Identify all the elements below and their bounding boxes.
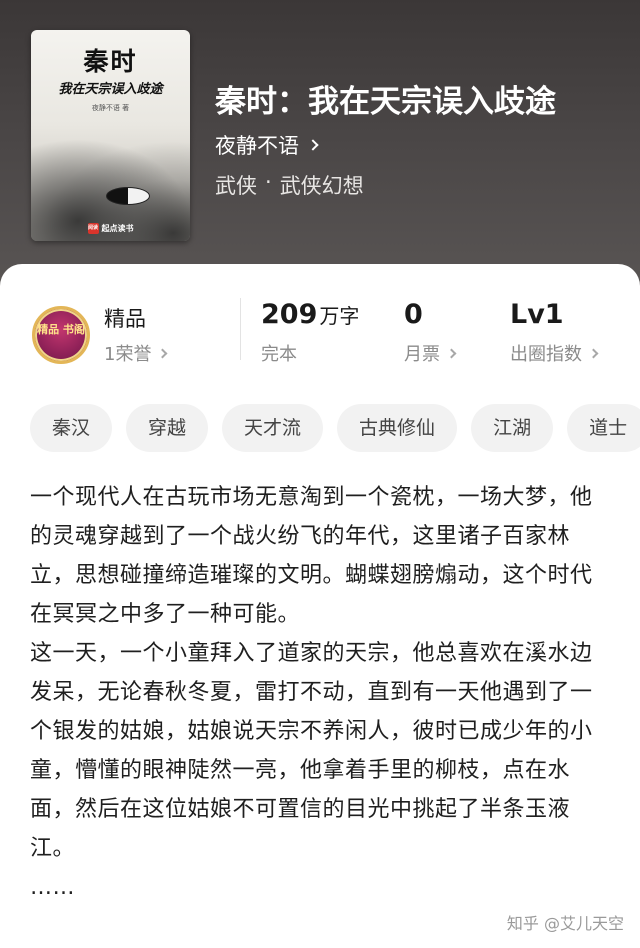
tag-chip[interactable]: 道士 (567, 404, 640, 452)
word-count: 209 万字 (261, 299, 359, 330)
chevron-right-icon (588, 348, 599, 358)
watermark: 知乎 @艾儿天空 (506, 914, 624, 933)
tag-chip[interactable]: 穿越 (126, 404, 209, 452)
tag-chip[interactable]: 秦汉 (30, 404, 113, 452)
genre-sub: 武侠幻想 (279, 174, 364, 198)
monthly-ticket-label: 月票 (404, 344, 440, 365)
cover-subtitle: 我在天宗误入歧途 (58, 82, 163, 97)
book-header: 秦时 我在天宗误入歧途 夜静不语 著 阅读 起点读书 秦时：我在天宗误入歧途 夜… (0, 0, 640, 300)
book-title: 秦时：我在天宗误入歧途 (215, 84, 556, 120)
badge-icon-text: 精品 书阁 (37, 323, 85, 336)
chevron-right-icon (307, 139, 319, 151)
status-text: 完本 (261, 344, 297, 365)
completion-status: 完本 (261, 340, 297, 366)
level-link[interactable]: 出圈指数 (510, 340, 599, 366)
cover-title: 秦时 (83, 47, 138, 76)
stats-row: 精品 书阁 精品 1荣誉 209 万字 完本 0 月票 Lv1 出圈指数 (0, 296, 640, 376)
author-name: 夜静不语 (215, 134, 299, 158)
description-paragraph-2: 这一天，一个小童拜入了道家的天宗，他总喜欢在溪水边发呆，无论春秋冬夏，雷打不动，… (30, 641, 593, 861)
honor-link[interactable]: 1荣誉 (104, 340, 168, 366)
tag-list: 秦汉 穿越 天才流 古典修仙 江湖 道士 (30, 404, 640, 452)
word-count-unit: 万字 (319, 304, 360, 328)
tag-chip[interactable]: 天才流 (222, 404, 324, 452)
level-value: Lv1 (510, 299, 564, 330)
level-label: 出圈指数 (510, 344, 582, 365)
author-link[interactable]: 夜静不语 (215, 130, 319, 160)
stats-divider (240, 298, 241, 360)
taiji-icon (106, 187, 150, 205)
monthly-ticket-value: 0 (404, 299, 423, 330)
genre-row: 武侠 · 武侠幻想 (215, 170, 364, 200)
tag-chip[interactable]: 江湖 (471, 404, 554, 452)
publisher-logo-icon: 阅读 (87, 223, 99, 234)
book-detail-panel: 精品 书阁 精品 1荣誉 209 万字 完本 0 月票 Lv1 出圈指数 秦汉 … (0, 264, 640, 948)
publisher-name: 起点读书 (101, 224, 134, 233)
genre-main: 武侠 (215, 174, 257, 198)
honor-count: 1荣誉 (104, 344, 152, 365)
word-count-value: 209 (261, 299, 318, 330)
description-ellipsis: …… (30, 875, 75, 900)
chevron-right-icon (446, 348, 457, 358)
monthly-ticket-count: 0 (404, 299, 423, 330)
cover-author: 夜静不语 著 (91, 104, 130, 112)
tag-chip[interactable]: 古典修仙 (337, 404, 458, 452)
level-value-text: Lv1 (510, 299, 564, 330)
badge-label: 精品 (104, 307, 146, 331)
book-description[interactable]: 一个现代人在古玩市场无意淘到一个瓷枕，一场大梦，他的灵魂穿越到了一个战火纷飞的年… (30, 478, 610, 907)
description-paragraph-1: 一个现代人在古玩市场无意淘到一个瓷枕，一场大梦，他的灵魂穿越到了一个战火纷飞的年… (30, 485, 593, 627)
cover-publisher: 阅读 起点读书 (31, 223, 190, 234)
chevron-right-icon (158, 348, 168, 358)
genre-separator: · (265, 170, 272, 194)
book-cover[interactable]: 秦时 我在天宗误入歧途 夜静不语 著 阅读 起点读书 (31, 30, 190, 241)
monthly-ticket-link[interactable]: 月票 (404, 340, 457, 366)
quality-badge-icon[interactable]: 精品 书阁 (32, 306, 90, 364)
